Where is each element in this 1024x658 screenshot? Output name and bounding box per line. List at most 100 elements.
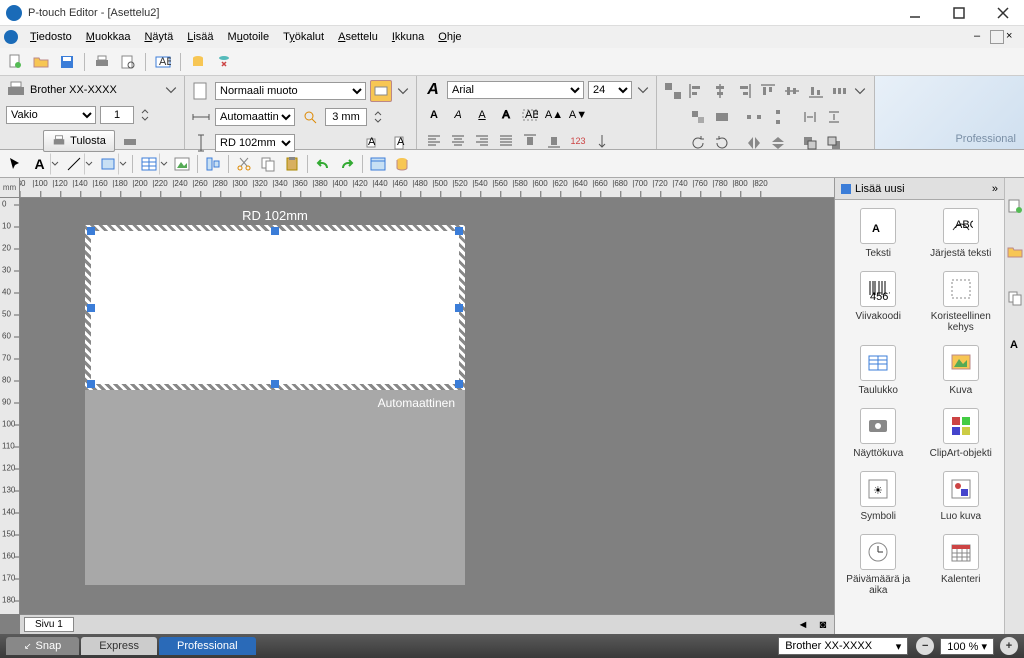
feed-button-1[interactable]: A xyxy=(362,132,384,154)
distribute-button[interactable] xyxy=(829,80,851,102)
mode-professional-tab[interactable]: Professional xyxy=(159,637,256,655)
flip-h[interactable] xyxy=(743,132,765,154)
text-tool[interactable]: A xyxy=(28,153,50,175)
line-tool[interactable] xyxy=(62,153,84,175)
insert-datetime[interactable]: Päivämäärä ja aika xyxy=(839,534,918,596)
font-size-select[interactable]: 24 xyxy=(588,81,632,99)
handle-top-right[interactable] xyxy=(455,227,463,235)
minimize-button[interactable] xyxy=(900,3,930,23)
mdi-close-icon[interactable]: × xyxy=(1006,30,1020,44)
font-shrink-button[interactable]: A▼ xyxy=(567,104,589,126)
margin-spinner[interactable] xyxy=(371,106,385,128)
layout-view-button[interactable] xyxy=(367,153,389,175)
new-button[interactable] xyxy=(4,51,26,73)
insert-clipart[interactable]: ClipArt-objekti xyxy=(922,408,1001,459)
canvas[interactable]: RD 102mm Automaattinen xyxy=(20,198,834,614)
align-justify-button[interactable] xyxy=(495,130,517,152)
menu-muokkaa[interactable]: Muokkaa xyxy=(80,29,137,45)
font-expand-icon[interactable] xyxy=(636,83,650,97)
open-button[interactable] xyxy=(30,51,52,73)
copies-spinner[interactable] xyxy=(138,104,152,126)
width-select[interactable]: RD 102mm xyxy=(215,134,295,152)
zoom-in-button[interactable]: + xyxy=(1000,637,1018,655)
insert-table[interactable]: Taulukko xyxy=(839,345,918,396)
pointer-tool[interactable] xyxy=(4,153,26,175)
underline-button[interactable]: A xyxy=(471,104,493,126)
numbering-button[interactable]: 123 xyxy=(567,130,589,152)
insert-frame[interactable]: Koristeellinen kehys xyxy=(922,271,1001,333)
length-select[interactable]: Automaattin xyxy=(215,108,295,126)
italic-button[interactable]: A xyxy=(447,104,469,126)
label-printable-area[interactable] xyxy=(85,225,465,390)
group-2[interactable] xyxy=(711,106,733,128)
align-tool[interactable] xyxy=(202,153,224,175)
align-right-button[interactable] xyxy=(471,130,493,152)
copies-input[interactable] xyxy=(100,106,134,124)
mode-express-tab[interactable]: Express xyxy=(81,637,157,655)
printer-expand-icon[interactable] xyxy=(164,83,178,97)
handle-top[interactable] xyxy=(271,227,279,235)
cut-button[interactable] xyxy=(233,153,255,175)
direction-button[interactable] xyxy=(591,130,613,152)
menu-ikkuna[interactable]: Ikkuna xyxy=(386,29,430,45)
bring-front[interactable] xyxy=(799,132,821,154)
shape-tool[interactable] xyxy=(96,153,118,175)
hscroll-end[interactable]: ◙ xyxy=(816,619,830,631)
rotate-left[interactable] xyxy=(687,132,709,154)
menu-muotoile[interactable]: Muotoile xyxy=(222,29,276,45)
menu-nayta[interactable]: Näytä xyxy=(138,29,179,45)
save-button[interactable] xyxy=(56,51,78,73)
handle-bottom-left[interactable] xyxy=(87,380,95,388)
obj-align-right[interactable] xyxy=(733,80,755,102)
print-button-panel[interactable]: Tulosta xyxy=(43,130,115,152)
insert-image[interactable]: Kuva xyxy=(922,345,1001,396)
valign-bottom-button[interactable] xyxy=(543,130,565,152)
label-object[interactable]: RD 102mm Automaattinen xyxy=(85,208,465,585)
mode-snap-tab[interactable]: ↙Snap xyxy=(6,637,79,655)
page-tab-1[interactable]: Sivu 1 xyxy=(24,617,74,632)
font-grow-button[interactable]: A▲ xyxy=(543,104,565,126)
frame-text-button[interactable]: ABCD xyxy=(519,104,541,126)
preset-select[interactable]: Vakio xyxy=(6,106,96,124)
database-button[interactable] xyxy=(187,51,209,73)
insert-symbol[interactable]: ☀Symboli xyxy=(839,471,918,522)
insert-screenshot[interactable]: Näyttökuva xyxy=(839,408,918,459)
mdi-restore-icon[interactable] xyxy=(990,30,1004,44)
image-tool[interactable] xyxy=(171,153,193,175)
text-tool-menu[interactable] xyxy=(50,153,60,175)
table-tool-menu[interactable] xyxy=(159,153,169,175)
handle-bottom[interactable] xyxy=(271,380,279,388)
handle-top-left[interactable] xyxy=(87,227,95,235)
rotate-right[interactable] xyxy=(711,132,733,154)
font-family-select[interactable]: Arial xyxy=(447,81,584,99)
zoom-out-button[interactable]: − xyxy=(916,637,934,655)
obj-align-bottom[interactable] xyxy=(805,80,827,102)
side-tab-text[interactable]: A xyxy=(1007,336,1023,352)
redo-button[interactable] xyxy=(336,153,358,175)
group-1[interactable] xyxy=(687,106,709,128)
page-expand-icon[interactable] xyxy=(396,84,410,98)
menu-lisaa[interactable]: Lisää xyxy=(181,29,219,45)
copy-button[interactable] xyxy=(257,153,279,175)
outline-button[interactable]: A xyxy=(495,104,517,126)
page-mode-select[interactable]: Normaali muoto xyxy=(215,82,366,100)
insert-barcode[interactable]: 4567890Viivakoodi xyxy=(839,271,918,333)
margin-input[interactable] xyxy=(325,108,367,126)
menu-tyokalut[interactable]: Työkalut xyxy=(277,29,330,45)
spacing-h[interactable] xyxy=(799,106,821,128)
handle-right[interactable] xyxy=(455,304,463,312)
database-view-button[interactable] xyxy=(391,153,413,175)
insert-calendar[interactable]: Kalenteri xyxy=(922,534,1001,596)
mdi-minimize-icon[interactable]: – xyxy=(974,30,988,44)
dist-v[interactable] xyxy=(767,106,789,128)
align-center-button[interactable] xyxy=(447,130,469,152)
orientation-landscape-button[interactable] xyxy=(370,80,392,102)
zoom-value[interactable]: 100 % ▾ xyxy=(940,638,994,655)
align-left-button[interactable] xyxy=(423,130,445,152)
flip-v[interactable] xyxy=(767,132,789,154)
obj-align-left[interactable] xyxy=(685,80,707,102)
paste-button[interactable] xyxy=(281,153,303,175)
side-tab-open[interactable] xyxy=(1007,244,1023,260)
dist-h[interactable] xyxy=(743,106,765,128)
side-tab-history[interactable] xyxy=(1007,290,1023,306)
